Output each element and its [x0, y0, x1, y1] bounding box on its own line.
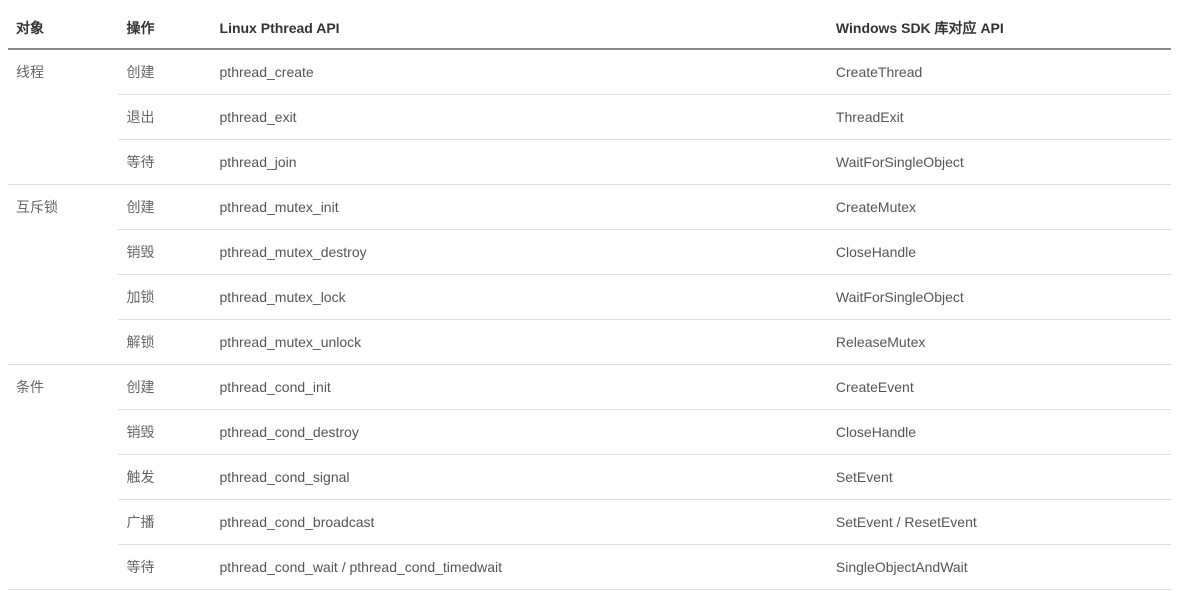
- cell-windows-api: SetEvent: [828, 455, 1171, 500]
- cell-operation: 退出: [118, 95, 211, 140]
- cell-linux-api: pthread_cond_broadcast: [212, 500, 828, 545]
- table-header-row: 对象 操作 Linux Pthread API Windows SDK 库对应 …: [8, 8, 1171, 49]
- cell-windows-api: ReleaseMutex: [828, 320, 1171, 365]
- cell-linux-api: pthread_cond_init: [212, 365, 828, 410]
- cell-windows-api: WaitForSingleObject: [828, 140, 1171, 185]
- table-row: 条件创建pthread_cond_initCreateEvent: [8, 365, 1171, 410]
- cell-windows-api: ThreadExit: [828, 95, 1171, 140]
- cell-object: 条件: [8, 365, 118, 590]
- header-linux: Linux Pthread API: [212, 8, 828, 49]
- cell-object: 互斥锁: [8, 185, 118, 365]
- cell-operation: 创建: [118, 185, 211, 230]
- table-row: 触发pthread_cond_signalSetEvent: [8, 455, 1171, 500]
- api-comparison-table: 对象 操作 Linux Pthread API Windows SDK 库对应 …: [8, 8, 1171, 590]
- cell-windows-api: CloseHandle: [828, 410, 1171, 455]
- cell-linux-api: pthread_cond_wait / pthread_cond_timedwa…: [212, 545, 828, 590]
- table-row: 销毁pthread_mutex_destroyCloseHandle: [8, 230, 1171, 275]
- cell-windows-api: CloseHandle: [828, 230, 1171, 275]
- cell-linux-api: pthread_mutex_destroy: [212, 230, 828, 275]
- cell-windows-api: SetEvent / ResetEvent: [828, 500, 1171, 545]
- table-row: 退出pthread_exitThreadExit: [8, 95, 1171, 140]
- cell-operation: 销毁: [118, 410, 211, 455]
- cell-operation: 等待: [118, 545, 211, 590]
- cell-windows-api: CreateThread: [828, 49, 1171, 95]
- header-operation: 操作: [118, 8, 211, 49]
- cell-operation: 广播: [118, 500, 211, 545]
- cell-linux-api: pthread_mutex_unlock: [212, 320, 828, 365]
- cell-operation: 销毁: [118, 230, 211, 275]
- table-row: 加锁pthread_mutex_lockWaitForSingleObject: [8, 275, 1171, 320]
- table-row: 销毁pthread_cond_destroyCloseHandle: [8, 410, 1171, 455]
- cell-windows-api: CreateMutex: [828, 185, 1171, 230]
- cell-operation: 创建: [118, 49, 211, 95]
- cell-object: 线程: [8, 49, 118, 185]
- table-row: 等待pthread_cond_wait / pthread_cond_timed…: [8, 545, 1171, 590]
- cell-windows-api: SingleObjectAndWait: [828, 545, 1171, 590]
- table-row: 互斥锁创建pthread_mutex_initCreateMutex: [8, 185, 1171, 230]
- table-row: 广播pthread_cond_broadcastSetEvent / Reset…: [8, 500, 1171, 545]
- cell-operation: 等待: [118, 140, 211, 185]
- table-row: 等待pthread_joinWaitForSingleObject: [8, 140, 1171, 185]
- cell-operation: 触发: [118, 455, 211, 500]
- cell-operation: 创建: [118, 365, 211, 410]
- cell-linux-api: pthread_cond_signal: [212, 455, 828, 500]
- cell-windows-api: CreateEvent: [828, 365, 1171, 410]
- header-object: 对象: [8, 8, 118, 49]
- cell-operation: 解锁: [118, 320, 211, 365]
- cell-linux-api: pthread_cond_destroy: [212, 410, 828, 455]
- header-windows: Windows SDK 库对应 API: [828, 8, 1171, 49]
- cell-windows-api: WaitForSingleObject: [828, 275, 1171, 320]
- cell-linux-api: pthread_mutex_lock: [212, 275, 828, 320]
- cell-linux-api: pthread_mutex_init: [212, 185, 828, 230]
- table-row: 解锁pthread_mutex_unlockReleaseMutex: [8, 320, 1171, 365]
- cell-linux-api: pthread_join: [212, 140, 828, 185]
- cell-linux-api: pthread_exit: [212, 95, 828, 140]
- cell-operation: 加锁: [118, 275, 211, 320]
- table-row: 线程创建pthread_createCreateThread: [8, 49, 1171, 95]
- cell-linux-api: pthread_create: [212, 49, 828, 95]
